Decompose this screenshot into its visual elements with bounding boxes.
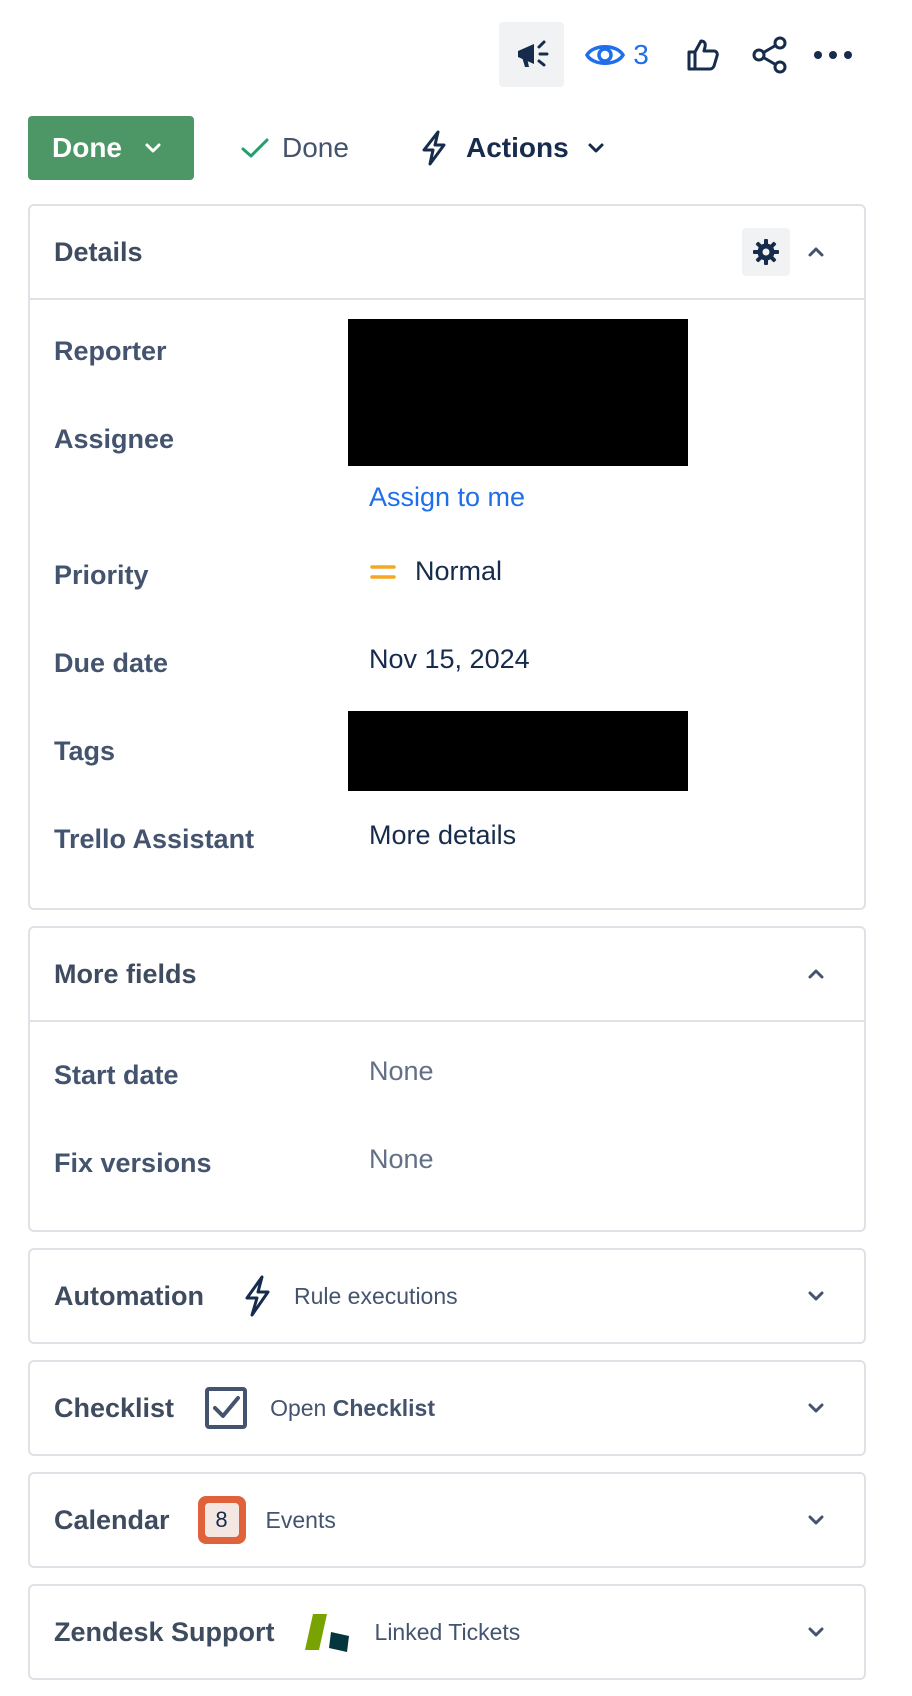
checklist-sub-bold: Checklist [332,1394,435,1421]
more-fields-title: More fields [54,958,197,989]
calendar-subtitle: Events [265,1506,336,1533]
trello-assistant-label: Trello Assistant [54,824,255,854]
expand-automation-button[interactable] [804,1284,828,1308]
zendesk-title: Zendesk Support [54,1616,275,1647]
assign-to-me-link[interactable]: Assign to me [369,482,525,513]
chevron-down-icon [808,1403,824,1413]
fix-versions-label: Fix versions [54,1148,212,1178]
trello-more-details-link[interactable]: More details [369,820,516,851]
actions-label: Actions [466,132,569,163]
collapse-details-button[interactable] [804,240,828,264]
chevron-down-icon [808,1291,824,1301]
due-date-label: Due date [54,648,169,678]
start-date-value[interactable]: None [369,1056,434,1087]
checklist-panel: Checklist Open Checklist [28,1360,866,1456]
fix-versions-value[interactable]: None [369,1144,434,1175]
expand-calendar-button[interactable] [804,1508,828,1532]
zendesk-logo-icon [303,1610,353,1654]
status-dropdown-button[interactable]: Done [28,116,194,180]
more-fields-panel: More fields Start date None Fix versions… [28,926,866,1232]
status-row: Done Done Actions [28,116,888,180]
details-divider [30,298,864,300]
share-icon [752,36,787,74]
chevron-down-icon [145,143,161,153]
calendar-badge: 8 [204,1503,239,1537]
priority-label: Priority [54,560,149,590]
chevron-up-icon [808,247,824,257]
zendesk-subtitle: Linked Tickets [374,1618,521,1645]
gear-icon [753,239,779,265]
redacted-block-tags [348,711,688,791]
redacted-block-reporter-assignee [348,319,688,466]
priority-medium-icon [370,564,396,579]
configure-fields-button[interactable] [742,228,790,276]
priority-value: Normal [415,556,503,586]
calendar-header[interactable]: Calendar 8 Events [30,1474,864,1566]
more-actions-button[interactable] [808,30,858,80]
start-date-label: Start date [54,1060,179,1090]
reporter-label: Reporter [54,336,167,366]
calendar-panel: Calendar 8 Events [28,1472,866,1568]
resolution-label: Done [282,132,349,163]
chevron-up-icon [808,969,824,979]
status-label: Done [52,132,122,163]
checkmark-icon [241,138,269,158]
more-dots-icon [814,51,852,59]
eye-icon [585,45,626,65]
collapse-more-fields-button[interactable] [804,962,828,986]
calendar-title: Calendar [54,1504,170,1535]
megaphone-icon [517,40,548,67]
vote-button[interactable] [678,30,728,80]
share-button[interactable] [745,30,795,80]
more-fields-divider [30,1020,864,1022]
checklist-checkbox-icon [204,1386,248,1430]
details-panel-header[interactable]: Details [30,206,864,298]
watch-count: 3 [633,39,649,70]
chevron-down-icon [808,1627,824,1637]
issue-toolbar: 3 [0,22,912,88]
checklist-title: Checklist [54,1392,175,1423]
checklist-sub-prefix: Open [270,1394,333,1421]
announcement-button[interactable] [499,22,564,87]
zendesk-header[interactable]: Zendesk Support Linked Tickets [30,1586,864,1678]
lightning-icon [422,130,446,166]
automation-lightning-icon [242,1275,272,1317]
tags-label: Tags [54,736,116,766]
checklist-subtitle: Open Checklist [270,1395,435,1422]
expand-zendesk-button[interactable] [804,1620,828,1644]
details-panel: Details Reporter Assignee Assign to me P… [28,204,866,910]
calendar-app-icon: 8 [197,1496,246,1544]
automation-title: Automation [54,1280,204,1311]
more-fields-header[interactable]: More fields [30,928,864,1020]
watch-button[interactable]: 3 [578,30,656,80]
zendesk-panel: Zendesk Support Linked Tickets [28,1584,866,1680]
priority-value-wrap[interactable]: Normal [369,556,502,587]
checklist-header[interactable]: Checklist Open Checklist [30,1362,864,1454]
actions-dropdown-button[interactable]: Actions [420,116,605,180]
automation-subtitle: Rule executions [293,1282,458,1309]
assignee-label: Assignee [54,424,175,454]
details-title: Details [54,236,143,267]
automation-header[interactable]: Automation Rule executions [30,1250,864,1342]
resolution-indicator: Done [240,116,349,180]
chevron-down-icon [588,143,604,153]
expand-checklist-button[interactable] [804,1396,828,1420]
thumbs-up-icon [687,39,719,71]
due-date-value[interactable]: Nov 15, 2024 [369,644,530,675]
chevron-down-icon [808,1515,824,1525]
automation-panel: Automation Rule executions [28,1248,866,1344]
